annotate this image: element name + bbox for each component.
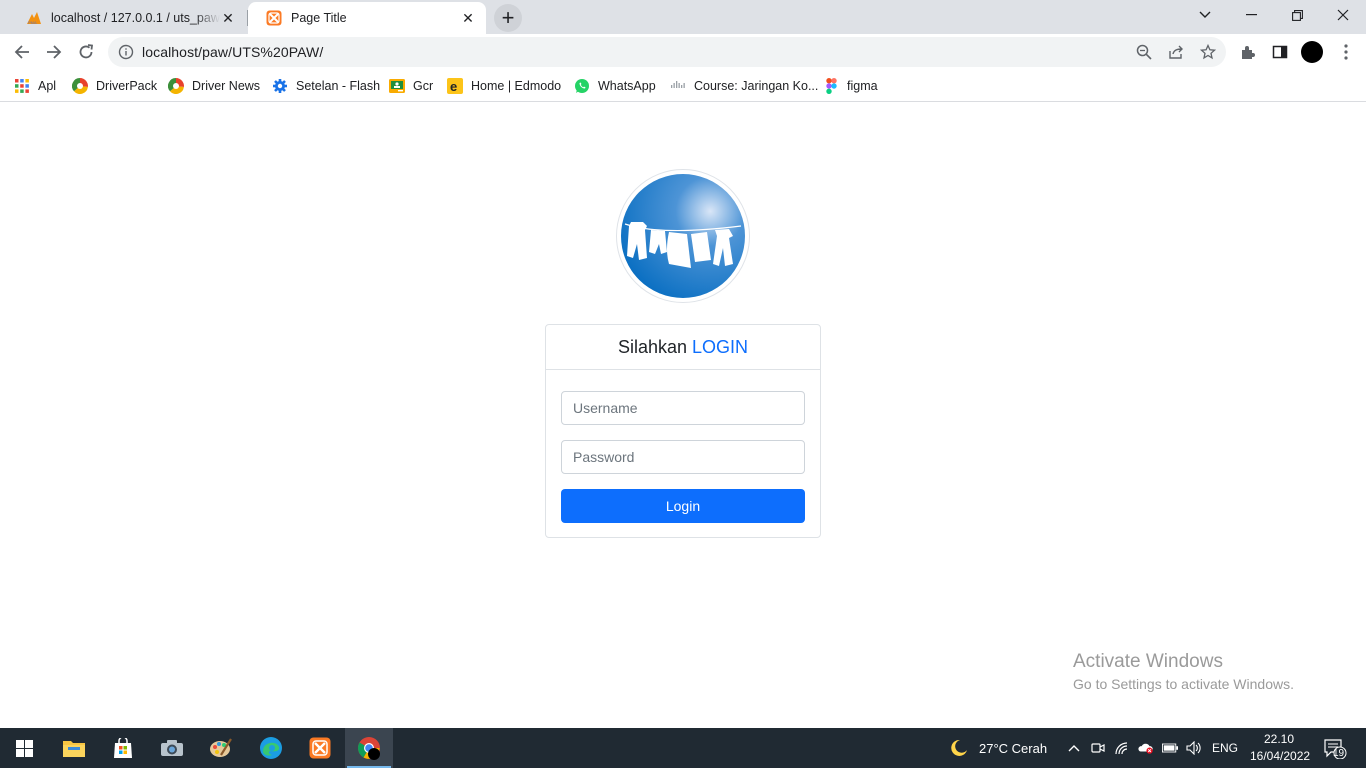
weather-moon-icon[interactable] (950, 739, 968, 757)
bookmark-label: WhatsApp (598, 79, 656, 93)
xampp-icon[interactable] (296, 728, 344, 768)
login-button[interactable]: Login (561, 489, 805, 523)
clock-date[interactable]: 16/04/2022 (1250, 749, 1310, 763)
tab-title: localhost / 127.0.0.1 / uts_paw / t (51, 11, 220, 25)
browser-toolbar: localhost/paw/UTS%20PAW/ (0, 34, 1366, 70)
address-bar[interactable]: localhost/paw/UTS%20PAW/ (108, 37, 1226, 67)
chrome-icon[interactable] (345, 728, 393, 768)
bookmark-label: Course: Jaringan Ko... (694, 79, 819, 93)
site-info-icon[interactable] (118, 44, 134, 60)
bookmarks-bar: Apl DriverPack Driver News Setelan - Fla… (0, 70, 1366, 102)
weather-text[interactable]: 27°C Cerah (979, 741, 1047, 756)
xampp-icon (266, 10, 282, 26)
microsoft-store-icon[interactable] (99, 728, 147, 768)
tab-phpmyadmin[interactable]: PMA localhost / 127.0.0.1 / uts_paw / t … (8, 2, 246, 34)
username-input[interactable] (561, 391, 805, 425)
bookmark-label: Home | Edmodo (471, 79, 562, 93)
gear-icon (272, 78, 288, 94)
bookmark-label: Driver News (192, 79, 261, 93)
back-icon[interactable] (8, 38, 36, 66)
bookmark-figma[interactable]: figma (823, 76, 878, 96)
bookmark-star-icon[interactable] (1198, 42, 1218, 62)
bookmark-driver-news[interactable]: Driver News (168, 76, 260, 96)
meet-now-icon[interactable] (1090, 740, 1106, 756)
bookmark-gcr[interactable]: Gcr (389, 76, 433, 96)
laundry-logo (616, 169, 750, 303)
phpmyadmin-icon: PMA (26, 10, 42, 26)
driverpack-icon (168, 78, 184, 94)
restore-icon[interactable] (1274, 0, 1320, 30)
svg-text:e: e (450, 79, 457, 94)
bookmark-whatsapp[interactable]: WhatsApp (574, 76, 656, 96)
volume-icon[interactable] (1186, 740, 1202, 756)
bookmark-course[interactable]: Course: Jaringan Ko... (670, 76, 818, 96)
forward-icon[interactable] (40, 38, 68, 66)
extensions-icon[interactable] (1238, 42, 1258, 62)
close-tab-icon[interactable]: ✕ (220, 10, 236, 26)
svg-text:PMA: PMA (28, 20, 37, 25)
notification-count: 19 (1333, 748, 1345, 759)
activate-windows-watermark: Activate Windows Go to Settings to activ… (1073, 651, 1294, 692)
share-icon[interactable] (1166, 42, 1186, 62)
paint-icon[interactable] (197, 728, 245, 768)
bookmark-apl[interactable]: Apl (14, 76, 56, 96)
login-heading: Silahkan LOGIN (546, 325, 820, 370)
bookmark-label: Gcr (413, 79, 434, 93)
whatsapp-icon (574, 78, 590, 94)
tab-search-icon[interactable] (1182, 0, 1228, 30)
close-tab-icon[interactable]: ✕ (460, 10, 476, 26)
reload-icon[interactable] (72, 38, 100, 66)
camera-icon[interactable] (148, 728, 196, 768)
network-icon[interactable] (1114, 740, 1130, 756)
new-tab-button[interactable]: + (494, 4, 522, 32)
bookmark-label: Apl (38, 79, 57, 93)
watermark-subtitle: Go to Settings to activate Windows. (1073, 676, 1294, 692)
classroom-icon (389, 78, 405, 94)
chevron-up-icon[interactable] (1066, 740, 1082, 756)
bookmark-setelan-flash[interactable]: Setelan - Flash (272, 76, 380, 96)
file-explorer-icon[interactable] (50, 728, 98, 768)
bookmark-label: DriverPack (96, 79, 158, 93)
profile-avatar[interactable] (1301, 41, 1323, 63)
cloud-error-icon[interactable] (1138, 740, 1154, 756)
cisco-icon (670, 78, 686, 94)
tab-page-title[interactable]: Page Title ✕ (248, 2, 486, 34)
bookmark-label: Setelan - Flash (296, 79, 381, 93)
login-heading-prefix: Silahkan (617, 336, 688, 357)
apps-grid-icon (14, 78, 30, 94)
battery-icon[interactable] (1162, 740, 1178, 756)
driverpack-icon (72, 78, 88, 94)
password-input[interactable] (561, 440, 805, 474)
windows-start-icon[interactable] (0, 728, 48, 768)
close-window-icon[interactable] (1320, 0, 1366, 30)
menu-icon[interactable] (1336, 42, 1356, 62)
login-card: Silahkan LOGIN Login (545, 324, 821, 538)
tab-title: Page Title (291, 11, 347, 25)
edmodo-icon: e (447, 78, 463, 94)
figma-icon (823, 78, 839, 94)
url-text: localhost/paw/UTS%20PAW/ (142, 44, 324, 60)
side-panel-icon[interactable] (1270, 42, 1290, 62)
watermark-title: Activate Windows (1073, 651, 1223, 672)
bookmark-edmodo[interactable]: e Home | Edmodo (447, 76, 561, 96)
edge-icon[interactable] (247, 728, 295, 768)
language-indicator[interactable]: ENG (1212, 741, 1238, 755)
bookmark-driverpack[interactable]: DriverPack (72, 76, 157, 96)
bookmark-label: figma (847, 79, 878, 93)
login-heading-accent: LOGIN (692, 336, 749, 357)
tab-strip: PMA localhost / 127.0.0.1 / uts_paw / t … (0, 0, 1366, 34)
zoom-icon[interactable] (1134, 42, 1154, 62)
clock-time[interactable]: 22.10 (1264, 732, 1294, 746)
minimize-icon[interactable] (1228, 0, 1274, 30)
taskbar: 27°C Cerah ENG 22.10 16/04/2022 19 (0, 728, 1366, 768)
